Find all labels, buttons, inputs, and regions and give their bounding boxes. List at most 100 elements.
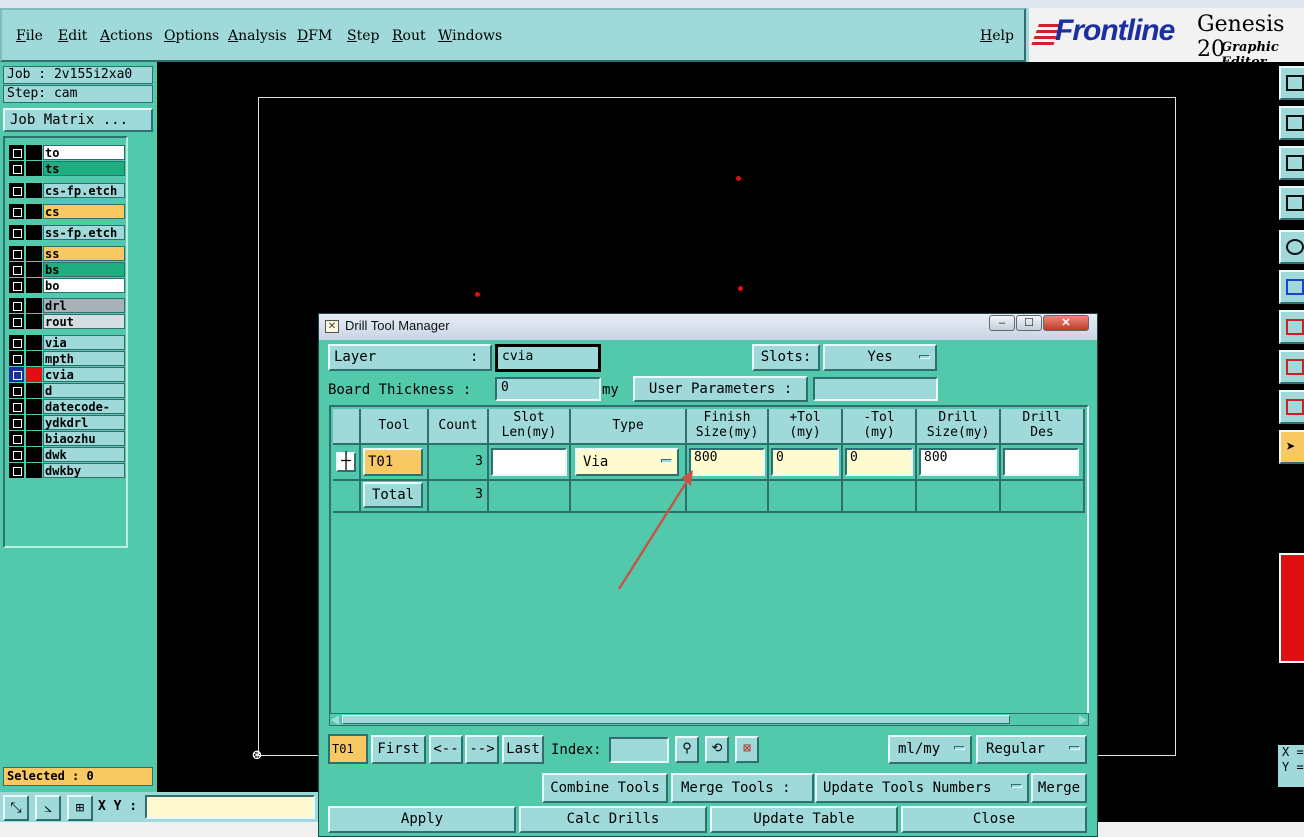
units-select[interactable]: ml/my <box>888 735 972 764</box>
row-select-icon[interactable]: ┼ <box>336 452 356 472</box>
layer-name[interactable]: via <box>43 335 125 350</box>
layer-affected-marker[interactable] <box>26 262 42 277</box>
layer-name[interactable]: datecode-to <box>43 399 125 428</box>
layer-affected-marker[interactable] <box>26 278 42 293</box>
layer-name[interactable]: d <box>43 383 125 398</box>
zoom-fit-icon[interactable]: ⤡ <box>3 795 29 821</box>
menu-actions[interactable]: Actions <box>100 28 153 44</box>
layer-checkbox[interactable] <box>9 298 24 313</box>
scroll-left-icon[interactable] <box>331 715 339 725</box>
layer-row[interactable]: ydkdrl <box>9 415 125 430</box>
table-hscrollbar[interactable] <box>329 713 1089 726</box>
layer-checkbox[interactable] <box>9 204 24 219</box>
layer-name[interactable]: ts <box>43 161 125 176</box>
layer-name[interactable]: mpth <box>43 351 125 366</box>
layer-checkbox[interactable] <box>9 145 24 160</box>
slot-len-input[interactable] <box>491 448 567 476</box>
layer-row[interactable]: ts <box>9 161 125 176</box>
layer-name[interactable]: cs-fp.etch <box>43 183 125 198</box>
plus-tol-input[interactable]: 0 <box>771 448 839 476</box>
layer-checkbox[interactable] <box>9 367 24 382</box>
dialog-titlebar[interactable]: ✕ Drill Tool Manager – ☐ ✕ <box>319 314 1097 340</box>
layer-row[interactable]: cvia <box>9 367 125 382</box>
layer-name[interactable]: ydkdrl <box>43 415 125 430</box>
index-input[interactable] <box>609 737 669 763</box>
delete-icon[interactable]: ⊠ <box>735 736 759 763</box>
grid-snap-icon[interactable]: ⊞ <box>67 795 93 821</box>
menu-dfm[interactable]: DFM <box>297 28 332 44</box>
layer-checkbox[interactable] <box>9 161 24 176</box>
tool-angle-icon[interactable] <box>1279 390 1304 424</box>
layer-checkbox[interactable] <box>9 246 24 261</box>
calc-drills-button[interactable]: Calc Drills <box>519 806 707 833</box>
layer-row[interactable]: rout <box>9 314 125 329</box>
menu-rout[interactable]: Rout <box>392 28 426 44</box>
layer-name[interactable]: rout <box>43 314 125 329</box>
layer-checkbox[interactable] <box>9 351 24 366</box>
close-button[interactable]: Close <box>901 806 1087 833</box>
combine-tools-button[interactable]: Combine Tools <box>542 773 668 803</box>
layer-name[interactable]: to <box>43 145 125 160</box>
layer-name[interactable]: dwkby <box>43 463 125 478</box>
layer-affected-marker[interactable] <box>26 145 42 160</box>
lightbulb-icon[interactable]: ⚲ <box>675 736 699 763</box>
layer-affected-marker[interactable] <box>26 225 42 240</box>
layer-name[interactable]: bo <box>43 278 125 293</box>
first-button[interactable]: First <box>371 735 426 764</box>
layer-affected-marker[interactable] <box>26 335 42 350</box>
layer-input[interactable]: cvia <box>495 344 601 372</box>
xy-input[interactable] <box>145 795 315 819</box>
layer-checkbox[interactable] <box>9 447 24 462</box>
layer-row[interactable]: dwk <box>9 447 125 462</box>
close-icon[interactable]: ✕ <box>1043 315 1089 331</box>
last-button[interactable]: Last <box>502 735 544 764</box>
job-matrix-button[interactable]: Job Matrix ... <box>3 108 153 132</box>
tool-copy-icon[interactable] <box>1279 66 1304 100</box>
layer-row[interactable]: via <box>9 335 125 350</box>
layer-row[interactable]: datecode-to <box>9 399 125 428</box>
apply-button[interactable]: Apply <box>328 806 516 833</box>
layer-row[interactable]: ss <box>9 246 125 261</box>
layer-checkbox[interactable] <box>9 262 24 277</box>
merge-button[interactable]: Merge <box>1031 773 1087 803</box>
mode-select[interactable]: Regular <box>976 735 1087 764</box>
layer-name[interactable]: bs <box>43 262 125 277</box>
measure-icon[interactable]: ⦣ <box>35 795 61 821</box>
layer-checkbox[interactable] <box>9 383 24 398</box>
layer-name[interactable]: ss <box>43 246 125 261</box>
layer-affected-marker[interactable] <box>26 351 42 366</box>
layer-affected-marker[interactable] <box>26 447 42 462</box>
layer-affected-marker[interactable] <box>26 298 42 313</box>
layer-row[interactable]: drl <box>9 298 125 313</box>
layer-row[interactable]: cs-fp.etch <box>9 183 125 198</box>
layer-row[interactable]: bo <box>9 278 125 293</box>
menu-options[interactable]: Options <box>164 28 219 44</box>
prev-button[interactable]: <-- <box>429 735 463 764</box>
menu-edit[interactable]: Edit <box>58 28 87 44</box>
layer-affected-marker[interactable] <box>26 431 42 446</box>
menu-help[interactable]: Help <box>980 28 1014 44</box>
layer-row[interactable]: biaozhu <box>9 431 125 446</box>
drill-des-input[interactable] <box>1003 448 1079 476</box>
tool-pointer-icon[interactable]: ➤ <box>1279 430 1304 464</box>
layer-checkbox[interactable] <box>9 463 24 478</box>
menu-file[interactable]: File <box>16 28 43 44</box>
layer-checkbox[interactable] <box>9 335 24 350</box>
scroll-thumb[interactable] <box>342 715 1010 724</box>
menu-analysis[interactable]: Analysis <box>228 28 287 44</box>
layer-affected-marker[interactable] <box>26 314 42 329</box>
layer-row[interactable]: dwkby <box>9 463 125 478</box>
layer-checkbox[interactable] <box>9 314 24 329</box>
layer-row[interactable]: ss-fp.etch <box>9 225 125 240</box>
layer-checkbox[interactable] <box>9 278 24 293</box>
slots-select[interactable]: Yes <box>823 344 937 371</box>
maximize-icon[interactable]: ☐ <box>1016 315 1042 331</box>
layer-affected-marker[interactable] <box>26 383 42 398</box>
layer-affected-marker[interactable] <box>26 246 42 261</box>
layer-affected-marker[interactable] <box>26 161 42 176</box>
tool-route-icon[interactable] <box>1279 186 1304 220</box>
layer-name[interactable]: biaozhu <box>43 431 125 446</box>
layer-checkbox[interactable] <box>9 415 24 430</box>
layer-name[interactable]: ss-fp.etch <box>43 225 125 240</box>
update-table-button[interactable]: Update Table <box>710 806 898 833</box>
